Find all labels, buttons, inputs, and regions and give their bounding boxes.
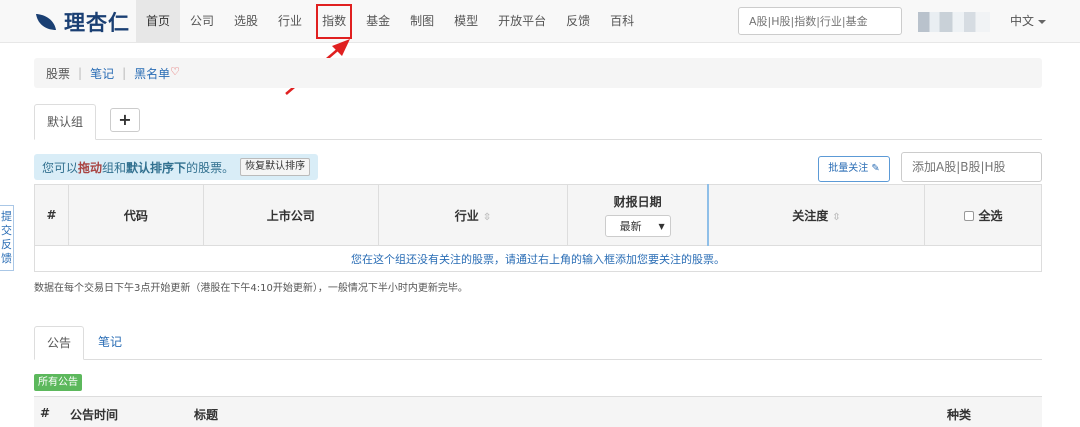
hint-sort: 默认排序下 — [126, 160, 187, 175]
all-announcements-label[interactable]: 所有公告 — [34, 374, 82, 391]
language-dropdown[interactable]: 中文 — [1010, 0, 1047, 43]
tab-announcements[interactable]: 公告 — [34, 326, 85, 360]
col-select-all[interactable]: 全选 — [924, 184, 1042, 246]
ann-col-index: # — [40, 406, 51, 420]
ann-col-type: 种类 — [947, 408, 972, 422]
nav-item-index[interactable]: 指数 — [312, 0, 356, 43]
report-date-select[interactable]: 最新 ▼ — [604, 215, 671, 237]
empty-state-message: 您在这个组还没有关注的股票，请通过右上角的输入框添加您要关注的股票。 — [34, 245, 1042, 272]
announcement-table-header: # 公告时间 标题 种类 — [34, 396, 1042, 427]
main-nav: 首页 公司 选股 行业 指数 基金 制图 模型 开放平台 反馈 百科 — [136, 0, 644, 43]
group-tabs: 默认组 + — [34, 104, 1042, 140]
nav-item-charting[interactable]: 制图 — [400, 0, 444, 43]
side-feedback-tab[interactable]: 提交反馈 — [0, 205, 14, 271]
nav-item-fund[interactable]: 基金 — [356, 0, 400, 43]
col-code: 代码 — [67, 184, 204, 246]
nav-item-company[interactable]: 公司 — [180, 0, 224, 43]
nav-item-open-platform[interactable]: 开放平台 — [488, 0, 556, 43]
table-header-row: # 代码 上市公司 行业 ⇳ 财报日期 最新 ▼ 关注度 ⇳ 全选 — [34, 184, 1042, 246]
sort-hint-bar: 您可以 拖动 组和 默认排序下 的股票。 恢复默认排序 — [34, 154, 319, 180]
table-row: 您在这个组还没有关注的股票，请通过右上角的输入框添加您要关注的股票。 — [34, 245, 1042, 272]
brand-name: 理杏仁 — [64, 11, 130, 35]
hint-prefix: 您可以 — [42, 160, 79, 175]
caret-down-icon — [1038, 19, 1047, 24]
nav-item-wiki[interactable]: 百科 — [600, 0, 644, 43]
batch-follow-button[interactable]: 批量关注 ✎ — [818, 156, 890, 182]
col-report-date: 财报日期 最新 ▼ — [567, 184, 709, 246]
update-note: 数据在每个交易日下午3点开始更新（港股在下午4:10开始更新），一般情况下半小时… — [34, 283, 468, 294]
attention-header-label: 关注度 — [792, 208, 829, 223]
breadcrumb-stocks: 股票 — [46, 66, 71, 81]
tab-notes[interactable]: 笔记 — [86, 326, 134, 360]
ann-col-title: 标题 — [194, 408, 219, 422]
nav-item-model[interactable]: 模型 — [444, 0, 488, 43]
restore-default-sort-button[interactable]: 恢复默认排序 — [240, 158, 311, 176]
report-date-select-value: 最新 — [619, 220, 642, 233]
col-attention-sortable[interactable]: 关注度 ⇳ — [707, 184, 926, 246]
breadcrumb-separator: | — [122, 66, 127, 80]
blacklist-label: 黑名单 — [134, 66, 171, 81]
nav-item-feedback[interactable]: 反馈 — [556, 0, 600, 43]
select-all-checkbox[interactable] — [963, 211, 974, 221]
brand-logo[interactable]: 理杏仁 — [34, 8, 130, 36]
ann-col-time: 公告时间 — [70, 408, 119, 422]
hint-suffix: 的股票。 — [186, 160, 235, 175]
breadcrumb-separator: | — [78, 66, 83, 80]
col-industry-sortable[interactable]: 行业 ⇳ — [377, 184, 569, 246]
col-company: 上市公司 — [202, 184, 379, 246]
tab-default-group[interactable]: 默认组 — [34, 104, 97, 140]
batch-follow-label: 批量关注 — [828, 163, 869, 174]
sort-icon: ⇳ — [482, 211, 492, 223]
edit-icon: ✎ — [871, 163, 880, 174]
breadcrumb-notes-link[interactable]: 笔记 — [90, 65, 114, 82]
language-label: 中文 — [1010, 14, 1035, 28]
add-group-button[interactable]: + — [110, 108, 140, 132]
dropdown-triangle-icon: ▼ — [658, 221, 665, 231]
select-all-label: 全选 — [978, 208, 1003, 223]
watchlist-table: # 代码 上市公司 行业 ⇳ 财报日期 最新 ▼ 关注度 ⇳ 全选 您在这个组还没有… — [34, 184, 1042, 272]
heart-icon: ♡ — [170, 64, 181, 78]
report-date-label: 财报日期 — [613, 195, 662, 209]
announcement-tabs: 公告 笔记 — [34, 326, 1042, 360]
nav-item-industry[interactable]: 行业 — [268, 0, 312, 43]
industry-header-label: 行业 — [454, 208, 479, 223]
user-avatar-blurred[interactable] — [918, 12, 990, 32]
nav-item-home[interactable]: 首页 — [136, 0, 181, 43]
breadcrumb: 股票 | 笔记 | 黑名单♡ — [34, 58, 1042, 88]
add-stock-input[interactable] — [901, 152, 1042, 182]
global-search-input[interactable] — [738, 7, 902, 35]
breadcrumb-blacklist-link[interactable]: 黑名单♡ — [134, 65, 180, 82]
top-navbar: 理杏仁 首页 公司 选股 行业 指数 基金 制图 模型 开放平台 反馈 百科 中… — [0, 0, 1080, 43]
hint-drag: 拖动 — [78, 160, 103, 175]
hint-mid: 组和 — [102, 160, 127, 175]
leaf-logo-icon — [36, 14, 56, 30]
col-index: # — [34, 184, 69, 246]
sort-icon: ⇳ — [832, 211, 841, 223]
nav-item-stock-screener[interactable]: 选股 — [224, 0, 268, 43]
